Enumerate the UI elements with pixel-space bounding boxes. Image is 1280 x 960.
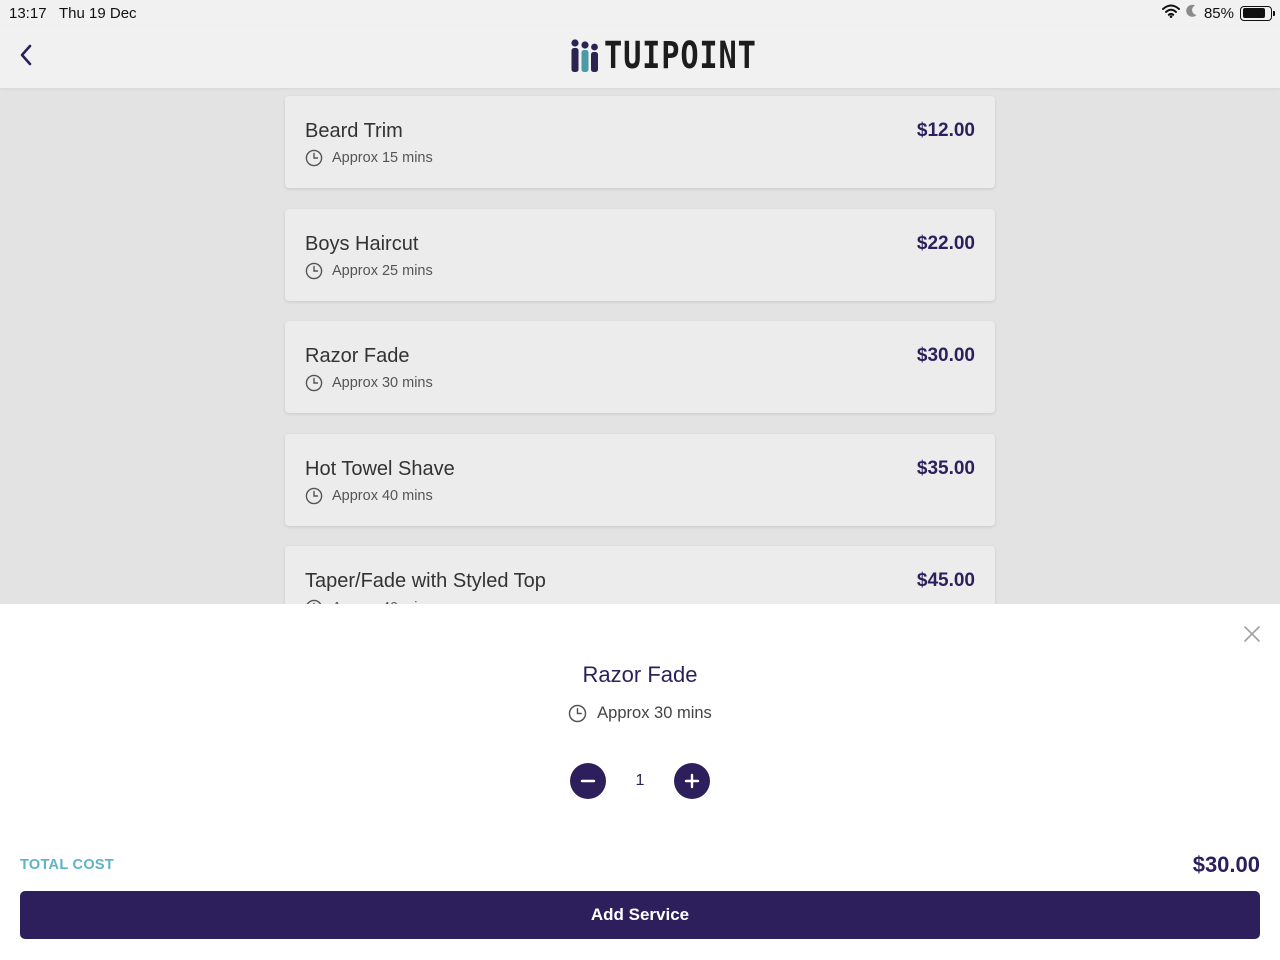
status-indicators: 85% xyxy=(1161,4,1275,22)
battery-icon xyxy=(1240,5,1275,21)
sheet-duration: Approx 30 mins xyxy=(0,704,1280,723)
service-name: Hot Towel Shave xyxy=(305,458,455,480)
sheet-duration-text: Approx 30 mins xyxy=(597,704,712,722)
service-name: Taper/Fade with Styled Top xyxy=(305,570,546,592)
decrement-button[interactable] xyxy=(570,763,606,799)
close-icon xyxy=(1244,626,1260,642)
service-price: $35.00 xyxy=(916,458,975,479)
tuipoint-logo: TUIPOINT xyxy=(570,34,790,78)
service-price: $45.00 xyxy=(916,570,975,591)
service-price: $30.00 xyxy=(916,345,975,366)
logo-text: TUIPOINT xyxy=(604,34,757,77)
duration-text: Approx 15 mins xyxy=(332,150,433,166)
service-card[interactable]: Hot Towel Shave Approx 40 mins $35.00 xyxy=(285,434,995,526)
increment-button[interactable] xyxy=(674,763,710,799)
total-cost-value: $30.00 xyxy=(1192,852,1260,877)
status-bar: 13:17 Thu 19 Dec 85% xyxy=(0,0,1280,26)
service-price: $22.00 xyxy=(916,233,975,254)
service-card[interactable]: Razor Fade Approx 30 mins $30.00 xyxy=(285,321,995,413)
service-name: Boys Haircut xyxy=(305,233,419,255)
quantity-value: 1 xyxy=(635,772,645,789)
service-detail-sheet: Razor Fade Approx 30 mins 1 TOTAL COST $… xyxy=(0,604,1280,960)
battery-percent: 85% xyxy=(1203,4,1234,22)
duration-text: Approx 30 mins xyxy=(332,375,433,391)
close-button[interactable] xyxy=(1242,624,1262,644)
minus-icon xyxy=(580,779,596,783)
back-button[interactable] xyxy=(12,40,40,70)
quantity-stepper: 1 xyxy=(570,763,710,799)
sheet-title: Razor Fade xyxy=(582,662,698,687)
service-duration: Approx 25 mins xyxy=(305,262,433,280)
plus-icon xyxy=(684,773,700,789)
service-price: $12.00 xyxy=(916,120,975,141)
clock-icon xyxy=(305,149,323,167)
battery-fill xyxy=(1242,8,1266,18)
total-cost-label: TOTAL COST xyxy=(20,857,115,873)
duration-text: Approx 25 mins xyxy=(332,263,433,279)
service-card[interactable]: Beard Trim Approx 15 mins $12.00 xyxy=(285,96,995,188)
service-duration: Approx 30 mins xyxy=(305,374,433,392)
service-card[interactable]: Boys Haircut Approx 25 mins $22.00 xyxy=(285,209,995,301)
service-duration: Approx 15 mins xyxy=(305,149,433,167)
service-duration: Approx 40 mins xyxy=(305,487,433,505)
clock-icon xyxy=(305,487,323,505)
duration-text: Approx 40 mins xyxy=(332,488,433,504)
chevron-left-icon xyxy=(20,44,32,66)
service-name: Beard Trim xyxy=(305,120,403,142)
clock-icon xyxy=(305,374,323,392)
moon-icon xyxy=(1186,4,1198,22)
people-logo-icon xyxy=(571,39,598,72)
status-time: 13:17 xyxy=(9,5,47,22)
wifi-icon xyxy=(1161,4,1180,22)
clock-icon xyxy=(305,262,323,280)
add-service-button[interactable]: Add Service xyxy=(20,891,1260,939)
status-date: Thu 19 Dec xyxy=(59,5,137,22)
service-name: Razor Fade xyxy=(305,345,410,367)
nav-bar: TUIPOINT xyxy=(0,26,1280,88)
clock-icon xyxy=(568,704,587,723)
